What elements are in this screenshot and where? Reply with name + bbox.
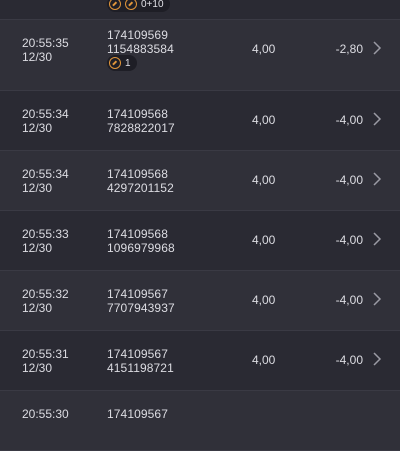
bet-id: 174109568 1096979968 (107, 227, 175, 255)
bet-row[interactable]: 20:55:32 12/30 174109567 7707943937 4,00… (0, 271, 400, 331)
chevron-right-icon[interactable] (372, 112, 382, 126)
bet-id: 174109567 7707943937 (107, 287, 175, 315)
round-id: 174109568 (107, 107, 168, 121)
chevron-right-icon[interactable] (372, 172, 382, 186)
bet-row[interactable]: 20:55:34 12/30 174109568 7828822017 4,00… (0, 91, 400, 151)
round-id: 174109567 (107, 407, 168, 421)
bet-date-value: 12/30 (22, 50, 53, 64)
chevron-right-icon[interactable] (372, 41, 382, 55)
bonus-icon (125, 0, 137, 10)
bet-row[interactable]: 20:55:33 12/30 174109568 1096979968 4,00… (0, 211, 400, 271)
bet-result: -4,00 (335, 353, 363, 367)
ticket-id: 4151198721 (107, 361, 174, 375)
bet-time: 20:55:32 12/30 (22, 287, 69, 315)
bet-time: 20:55:30 (22, 407, 69, 421)
bet-date-value: 12/30 (22, 301, 53, 315)
bet-id: 174109569 1154883584 (107, 28, 174, 56)
bet-row[interactable]: 0+10 (0, 0, 400, 20)
bet-time: 20:55:34 12/30 (22, 107, 69, 135)
bet-time-value: 20:55:35 (22, 36, 69, 50)
bet-id: 174109567 (107, 407, 168, 421)
bet-time-value: 20:55:30 (22, 407, 69, 421)
bet-row[interactable]: 20:55:31 12/30 174109567 4151198721 4,00… (0, 331, 400, 391)
bet-stake: 4,00 (252, 42, 276, 56)
bet-date-value: 12/30 (22, 121, 53, 135)
bonus-chip-label: 1 (125, 57, 131, 69)
coin-icon (109, 0, 121, 10)
round-id: 174109567 (107, 287, 168, 301)
ticket-id: 1096979968 (107, 241, 175, 255)
bonus-chip: 1 (107, 55, 137, 71)
bet-stake: 4,00 (252, 353, 276, 367)
bet-time-value: 20:55:31 (22, 347, 69, 361)
bet-row[interactable]: 20:55:35 12/30 174109569 1154883584 1 4,… (0, 20, 400, 91)
round-id: 174109568 (107, 227, 168, 241)
bet-time: 20:55:33 12/30 (22, 227, 69, 255)
bonus-chip-label: 0+10 (141, 0, 164, 10)
bet-row[interactable]: 20:55:34 12/30 174109568 4297201152 4,00… (0, 151, 400, 211)
bet-stake: 4,00 (252, 233, 276, 247)
bet-time: 20:55:34 12/30 (22, 167, 69, 195)
ticket-id: 1154883584 (107, 42, 174, 56)
bet-time-value: 20:55:32 (22, 287, 69, 301)
bonus-icon (109, 57, 121, 69)
bet-stake: 4,00 (252, 113, 276, 127)
round-id: 174109568 (107, 167, 168, 181)
bet-result: -4,00 (335, 233, 363, 247)
bet-time-value: 20:55:33 (22, 227, 69, 241)
bet-history-list: 0+10 20:55:35 12/30 174109569 1154883584… (0, 0, 400, 451)
bet-time: 20:55:31 12/30 (22, 347, 69, 375)
bet-date-value: 12/30 (22, 361, 53, 375)
bet-date-value: 12/30 (22, 241, 53, 255)
chevron-right-icon[interactable] (372, 232, 382, 246)
bet-result: -4,00 (335, 113, 363, 127)
bet-stake: 4,00 (252, 293, 276, 307)
bet-time-value: 20:55:34 (22, 167, 69, 181)
chevron-right-icon[interactable] (372, 352, 382, 366)
ticket-id: 4297201152 (107, 181, 174, 195)
bet-result: -4,00 (335, 173, 363, 187)
ticket-id: 7707943937 (107, 301, 175, 315)
round-id: 174109569 (107, 28, 168, 42)
bet-id: 174109567 4151198721 (107, 347, 174, 375)
bet-id: 174109568 7828822017 (107, 107, 175, 135)
bet-id: 174109568 4297201152 (107, 167, 174, 195)
chevron-right-icon[interactable] (372, 292, 382, 306)
bet-date-value: 12/30 (22, 181, 53, 195)
ticket-id: 7828822017 (107, 121, 175, 135)
bet-time-value: 20:55:34 (22, 107, 69, 121)
bet-result: -2,80 (335, 42, 363, 56)
bonus-chip: 0+10 (107, 0, 170, 12)
bet-stake: 4,00 (252, 173, 276, 187)
bet-time: 20:55:35 12/30 (22, 36, 69, 64)
round-id: 174109567 (107, 347, 168, 361)
bet-result: -4,00 (335, 293, 363, 307)
bet-row[interactable]: 20:55:30 174109567 (0, 391, 400, 451)
